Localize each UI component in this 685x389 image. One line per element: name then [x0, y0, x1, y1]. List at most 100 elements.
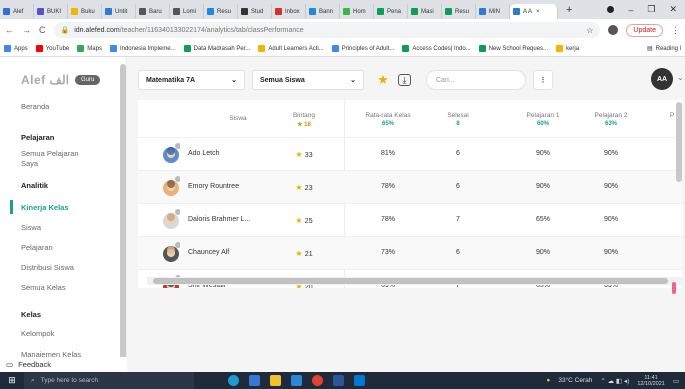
bookmark-label: Apps	[14, 45, 28, 52]
taskbar-search[interactable]: ⌕ Type here to search	[24, 372, 194, 389]
browser-tab[interactable]: Buku	[68, 4, 102, 19]
store-icon[interactable]	[291, 375, 302, 386]
header-rata-rata[interactable]: Rata-rata Kelas 65%	[348, 112, 428, 127]
close-window-button[interactable]: ✕	[669, 4, 677, 15]
browser-tab[interactable]: Lomi	[170, 4, 204, 19]
minimize-button[interactable]: –	[628, 5, 633, 15]
notification-icon[interactable]: ▭	[673, 377, 679, 385]
sidebar-scrollbar[interactable]	[120, 64, 126, 359]
header-bintang[interactable]: Bintang ★ 18	[274, 112, 334, 128]
new-tab-button[interactable]: +	[558, 4, 580, 16]
table-row[interactable]: Emory Rountree ★ 23 78% 6 90% 90%	[138, 170, 682, 203]
update-button[interactable]: Update	[626, 23, 663, 37]
browser-tab[interactable]: Resu	[442, 4, 476, 19]
clock[interactable]: 11:41 12/10/2021	[637, 375, 665, 387]
feedback-button[interactable]: ▭ Feedback	[0, 357, 127, 372]
bookmark-item[interactable]: New School Reques...	[478, 45, 548, 52]
browser-tab-active[interactable]: A A ×	[510, 4, 558, 19]
sidebar-item-kelompok[interactable]: Kelompok	[21, 329, 54, 338]
star-filter-icon[interactable]: ★	[374, 71, 392, 89]
header-selesai[interactable]: Selesai 8	[428, 112, 488, 127]
browser-tab[interactable]: Masi	[408, 4, 442, 19]
word-icon[interactable]	[333, 375, 344, 386]
browser-tab[interactable]: Inbox	[272, 4, 306, 19]
table-vertical-scrollbar[interactable]	[676, 102, 682, 182]
back-icon[interactable]: ←	[5, 25, 14, 35]
maximize-button[interactable]: ❐	[647, 4, 655, 15]
reload-icon[interactable]: C	[39, 25, 46, 35]
student-select-value: Semua Siswa	[260, 76, 305, 84]
sidebar-item-pelajaran[interactable]: Pelajaran	[21, 243, 53, 252]
bookmark-item[interactable]: Adult Learners Acti...	[258, 45, 324, 52]
forward-icon[interactable]: →	[22, 25, 31, 35]
browser-tab[interactable]: Stud	[238, 4, 272, 19]
mail-icon[interactable]	[354, 375, 365, 386]
bookmark-star-icon[interactable]: ☆	[586, 26, 593, 35]
taskview-icon[interactable]	[249, 375, 260, 386]
sidebar-item-distribusi-siswa[interactable]: Distribusi Siswa	[21, 263, 74, 272]
more-icon[interactable]: ⋮	[671, 25, 680, 36]
browser-tab[interactable]: Resu	[204, 4, 238, 19]
profile-avatar-icon[interactable]	[608, 25, 619, 35]
file-explorer-icon[interactable]	[270, 375, 281, 386]
browser-tab[interactable]: Hom	[340, 4, 374, 19]
bookmark-item[interactable]: Principles of Adult...	[331, 45, 394, 52]
alef-logo[interactable]: Alef الف Guru	[21, 73, 101, 87]
bookmark-label: Maps	[87, 45, 102, 52]
browser-tab[interactable]: MIN	[476, 4, 510, 19]
url-input[interactable]: 🔒 idn.alefed.com/teacher/116340133022174…	[53, 22, 601, 38]
weather-text[interactable]: 33°C Cerah	[558, 377, 592, 384]
header-pelajaran-2[interactable]: Pelajaran 2 63%	[576, 112, 646, 127]
student-select[interactable]: Semua Siswa ⌄	[252, 70, 364, 90]
tab-close-icon[interactable]: ×	[536, 9, 540, 15]
sidebar-item-semua-pelajaran-line2[interactable]: Saya	[21, 159, 38, 168]
browser-tab[interactable]: Alef	[0, 4, 34, 19]
profile-dot-icon[interactable]	[607, 6, 615, 13]
bookmark-icon	[331, 45, 339, 52]
bookmark-item[interactable]: Maps	[77, 45, 102, 52]
student-name[interactable]: Daloris Brahmer L...	[188, 216, 250, 223]
sidebar-item-semua-kelas[interactable]: Semua Kelas	[21, 283, 66, 292]
sidebar-item-semua-pelajaran[interactable]: Semua Pelajaran	[21, 149, 79, 158]
browser-tab[interactable]: Pena	[374, 4, 408, 19]
edge-icon[interactable]	[228, 375, 239, 386]
browser-tab[interactable]: BUKI	[34, 4, 68, 19]
reading-list[interactable]: ▤ Reading l	[647, 45, 681, 53]
bookmark-icon	[556, 45, 564, 52]
bookmark-item[interactable]: YouTube	[35, 45, 69, 52]
student-name[interactable]: Chauncey Alf	[188, 249, 229, 256]
windows-start-icon[interactable]: ⊞	[0, 375, 24, 386]
cell-done: 6	[456, 249, 460, 256]
bookmark-item[interactable]: Access Codes| Indo...	[402, 45, 471, 52]
search-icon: ⌕	[31, 376, 35, 384]
header-bintang-total: ★ 18	[274, 121, 334, 128]
header-pelajaran-1[interactable]: Pelajaran 1 60%	[508, 112, 578, 127]
sidebar-item-beranda[interactable]: Beranda	[21, 102, 49, 111]
table-horizontal-scrollbar[interactable]	[153, 278, 668, 284]
bookmark-item[interactable]: Data Madrasah Per...	[183, 45, 250, 52]
bookmark-item[interactable]: Indonesia Impleme...	[109, 45, 176, 52]
header-pel2-label: Pelajaran 2	[594, 112, 628, 119]
class-select[interactable]: Matematika 7A ⌄	[138, 70, 245, 90]
table-row[interactable]: Ado Letch ★ 33 81% 6 90% 90%	[138, 137, 682, 170]
avatar-chevron-icon[interactable]: ⌄	[677, 73, 684, 82]
table-row[interactable]: Chauncey Alf ★ 21 73% 6 90% 90%	[138, 236, 682, 269]
user-avatar[interactable]: AA	[651, 68, 673, 90]
download-icon[interactable]: ⤓	[398, 74, 411, 86]
sidebar-item-kinerja-kelas[interactable]: Kinerja Kelas	[21, 203, 69, 212]
browser-tab[interactable]: Untit	[102, 4, 136, 19]
search-input[interactable]: Cari...	[426, 70, 526, 90]
bookmark-item[interactable]: kerja	[556, 45, 579, 52]
table-row[interactable]: Daloris Brahmer L... ★ 25 78% 7 65% 90%	[138, 203, 682, 236]
browser-tab[interactable]: Bann	[306, 4, 340, 19]
chrome-icon[interactable]	[312, 375, 323, 386]
browser-tab[interactable]: Baru	[136, 4, 170, 19]
tray-icons[interactable]: ⌃ ☁ ◧ ◂)	[600, 377, 629, 385]
bookmark-item[interactable]: Apps	[4, 45, 28, 52]
sidebar-item-siswa[interactable]: Siswa	[21, 223, 41, 232]
more-options-button[interactable]: ⋮	[533, 70, 553, 90]
student-name[interactable]: Emory Rountree	[188, 183, 239, 190]
header-rata-value: 65%	[381, 121, 394, 127]
tab-favicon	[343, 8, 350, 15]
student-name[interactable]: Ado Letch	[188, 150, 220, 157]
